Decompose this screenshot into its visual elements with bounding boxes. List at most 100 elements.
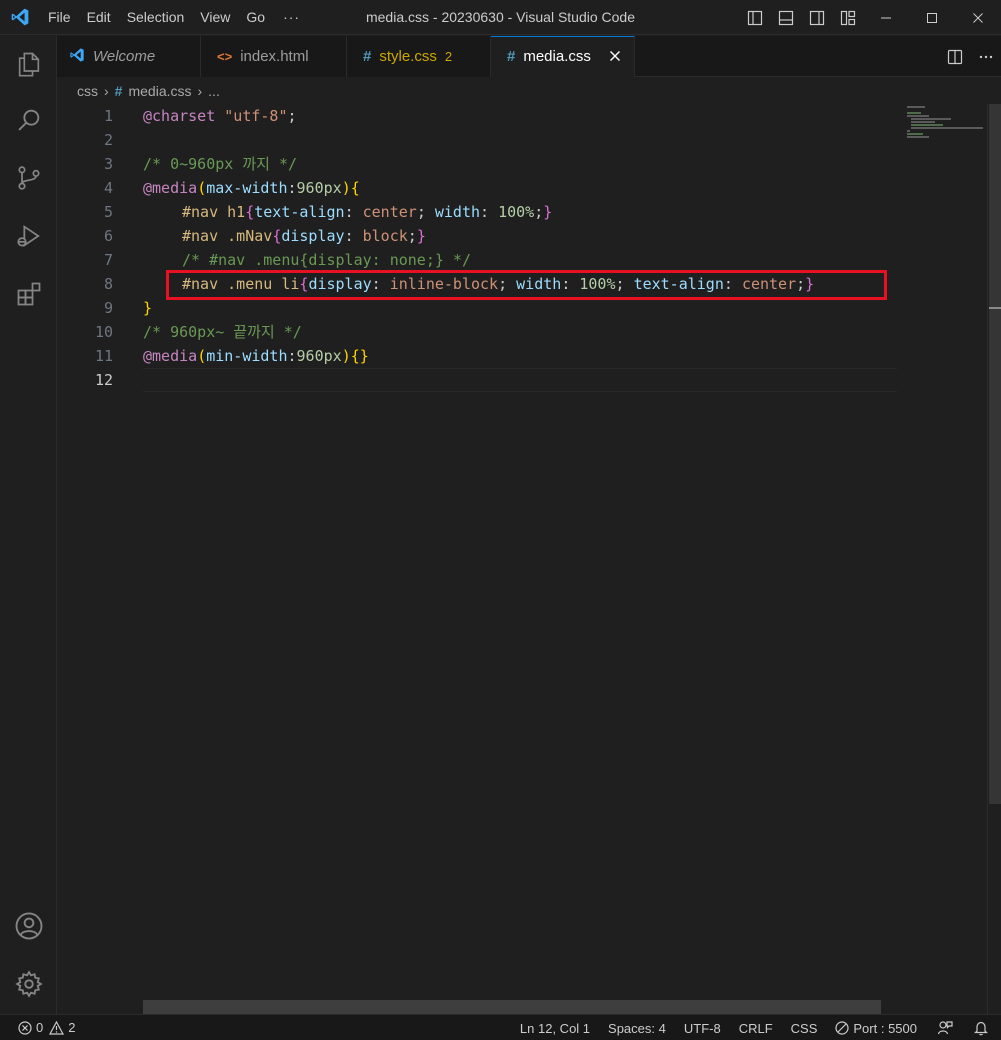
token: ; (287, 107, 297, 125)
indentation-setting[interactable]: Spaces: 4 (598, 1015, 674, 1040)
close-tab-icon[interactable] (606, 47, 624, 65)
token: : (344, 227, 363, 245)
customize-layout-icon[interactable] (832, 0, 863, 35)
source-control-icon[interactable] (0, 154, 57, 202)
token: 960px (296, 179, 342, 197)
token: width (434, 203, 481, 221)
notifications-bell-icon[interactable] (961, 1015, 997, 1040)
token: ; (416, 203, 435, 221)
toggle-panel-icon[interactable] (770, 0, 801, 35)
token: : (287, 179, 297, 197)
chevron-right-icon: › (197, 83, 203, 99)
minimap[interactable] (903, 104, 987, 144)
status-bar: 0 2 Ln 12, Col 1 Spaces: 4 UTF-8 CRLF CS… (0, 1014, 1001, 1040)
line-number: 8 (103, 275, 113, 293)
breadcrumb-file[interactable]: media.css (128, 83, 191, 99)
split-editor-icon[interactable] (939, 36, 970, 77)
token: {} (350, 347, 369, 365)
line-number: 10 (94, 323, 113, 341)
menu-edit[interactable]: Edit (79, 0, 119, 35)
accounts-icon[interactable] (0, 902, 57, 950)
line-number: 3 (103, 155, 113, 173)
vertical-scrollbar-thumb[interactable] (989, 104, 1001, 804)
token: ) (341, 347, 351, 365)
token: block (362, 227, 408, 245)
run-debug-icon[interactable] (0, 212, 57, 260)
toggle-primary-sidebar-icon[interactable] (739, 0, 770, 35)
toggle-secondary-sidebar-icon[interactable] (801, 0, 832, 35)
tab-welcome[interactable]: Welcome (57, 36, 201, 77)
error-count: 0 (36, 1020, 44, 1035)
token: @charset (143, 107, 216, 125)
chevron-right-icon: › (104, 83, 109, 99)
activity-bar (0, 36, 57, 1014)
minimap-line (907, 112, 921, 114)
comment: /* #nav .menu{display: none;} */ (182, 251, 471, 269)
close-window-icon[interactable] (955, 0, 1001, 35)
token: { (350, 179, 360, 197)
css-hash-icon: # (363, 48, 372, 65)
vscode-icon (69, 47, 85, 67)
live-server-port[interactable]: Port : 5500 (825, 1015, 925, 1040)
breadcrumb-folder[interactable]: css (77, 83, 98, 99)
language-mode[interactable]: CSS (781, 1015, 826, 1040)
minimize-icon[interactable] (863, 0, 909, 35)
menu-view[interactable]: View (192, 0, 238, 35)
token: center (362, 203, 417, 221)
more-actions-icon[interactable] (970, 36, 1001, 77)
token: { (245, 203, 255, 221)
error-icon (18, 1020, 32, 1035)
tab-index-html[interactable]: <> index.html (201, 36, 347, 77)
code-line-1: @charset "utf-8"; (143, 104, 297, 128)
explorer-icon[interactable] (0, 40, 57, 88)
horizontal-scrollbar-thumb[interactable] (143, 1000, 881, 1014)
line-number: 2 (103, 131, 113, 149)
maximize-icon[interactable] (909, 0, 955, 35)
minimap-line (911, 127, 983, 129)
cursor-position[interactable]: Ln 12, Col 1 (512, 1015, 598, 1040)
menu-selection[interactable]: Selection (119, 0, 193, 35)
tab-style-css[interactable]: # style.css 2 (347, 36, 491, 77)
comment: /* 960px~ 끝까지 */ (143, 323, 302, 341)
problems-indicator[interactable]: 0 2 (14, 1015, 83, 1040)
token: : (480, 203, 499, 221)
vertical-scrollbar[interactable] (987, 104, 1001, 1014)
token: ; (407, 227, 417, 245)
menu-file[interactable]: File (40, 0, 79, 35)
minimap-line (911, 118, 951, 120)
token: : (287, 347, 297, 365)
line-number-current: 12 (94, 371, 113, 389)
html-icon: <> (217, 49, 233, 64)
encoding-setting[interactable]: UTF-8 (674, 1015, 729, 1040)
token: ; (534, 203, 544, 221)
tab-media-css[interactable]: # media.css (491, 36, 635, 77)
line-number: 7 (103, 251, 113, 269)
token: #nav h1 (182, 203, 246, 221)
token: ( (197, 179, 207, 197)
extensions-icon[interactable] (0, 270, 57, 318)
minimap-line (911, 124, 943, 126)
code-line-3: /* 0~960px 까지 */ (143, 152, 297, 176)
code-line-10: /* 960px~ 끝까지 */ (143, 320, 302, 344)
search-icon[interactable] (0, 96, 57, 144)
menu-more-button[interactable]: ··· (273, 9, 310, 25)
token: ( (197, 347, 207, 365)
feedback-icon[interactable] (925, 1015, 961, 1040)
token: 960px (296, 347, 342, 365)
settings-gear-icon[interactable] (0, 960, 57, 1008)
comment: /* 0~960px 까지 */ (143, 155, 298, 173)
menu-go[interactable]: Go (238, 0, 273, 35)
line-number: 6 (103, 227, 113, 245)
breadcrumb: css › # media.css › ... (57, 78, 1001, 104)
code-content[interactable]: @charset "utf-8"; /* 0~960px 까지 */ @medi… (143, 104, 897, 1014)
token: ) (341, 179, 351, 197)
port-label: Port : 5500 (853, 1020, 917, 1036)
code-line-9: } (143, 296, 152, 320)
eol-setting[interactable]: CRLF (729, 1015, 781, 1040)
code-line-5: #nav h1{text-align: center; width: 100%;… (182, 200, 552, 224)
breadcrumb-symbols[interactable]: ... (208, 83, 220, 99)
css-hash-icon: # (114, 83, 123, 99)
menu-bar: File Edit Selection View Go ··· (40, 0, 310, 35)
code-editor[interactable]: 1 2 3 4 5 6 7 8 9 10 11 12 @charset "utf… (57, 104, 1001, 1014)
token: #nav .mNav (182, 227, 273, 245)
